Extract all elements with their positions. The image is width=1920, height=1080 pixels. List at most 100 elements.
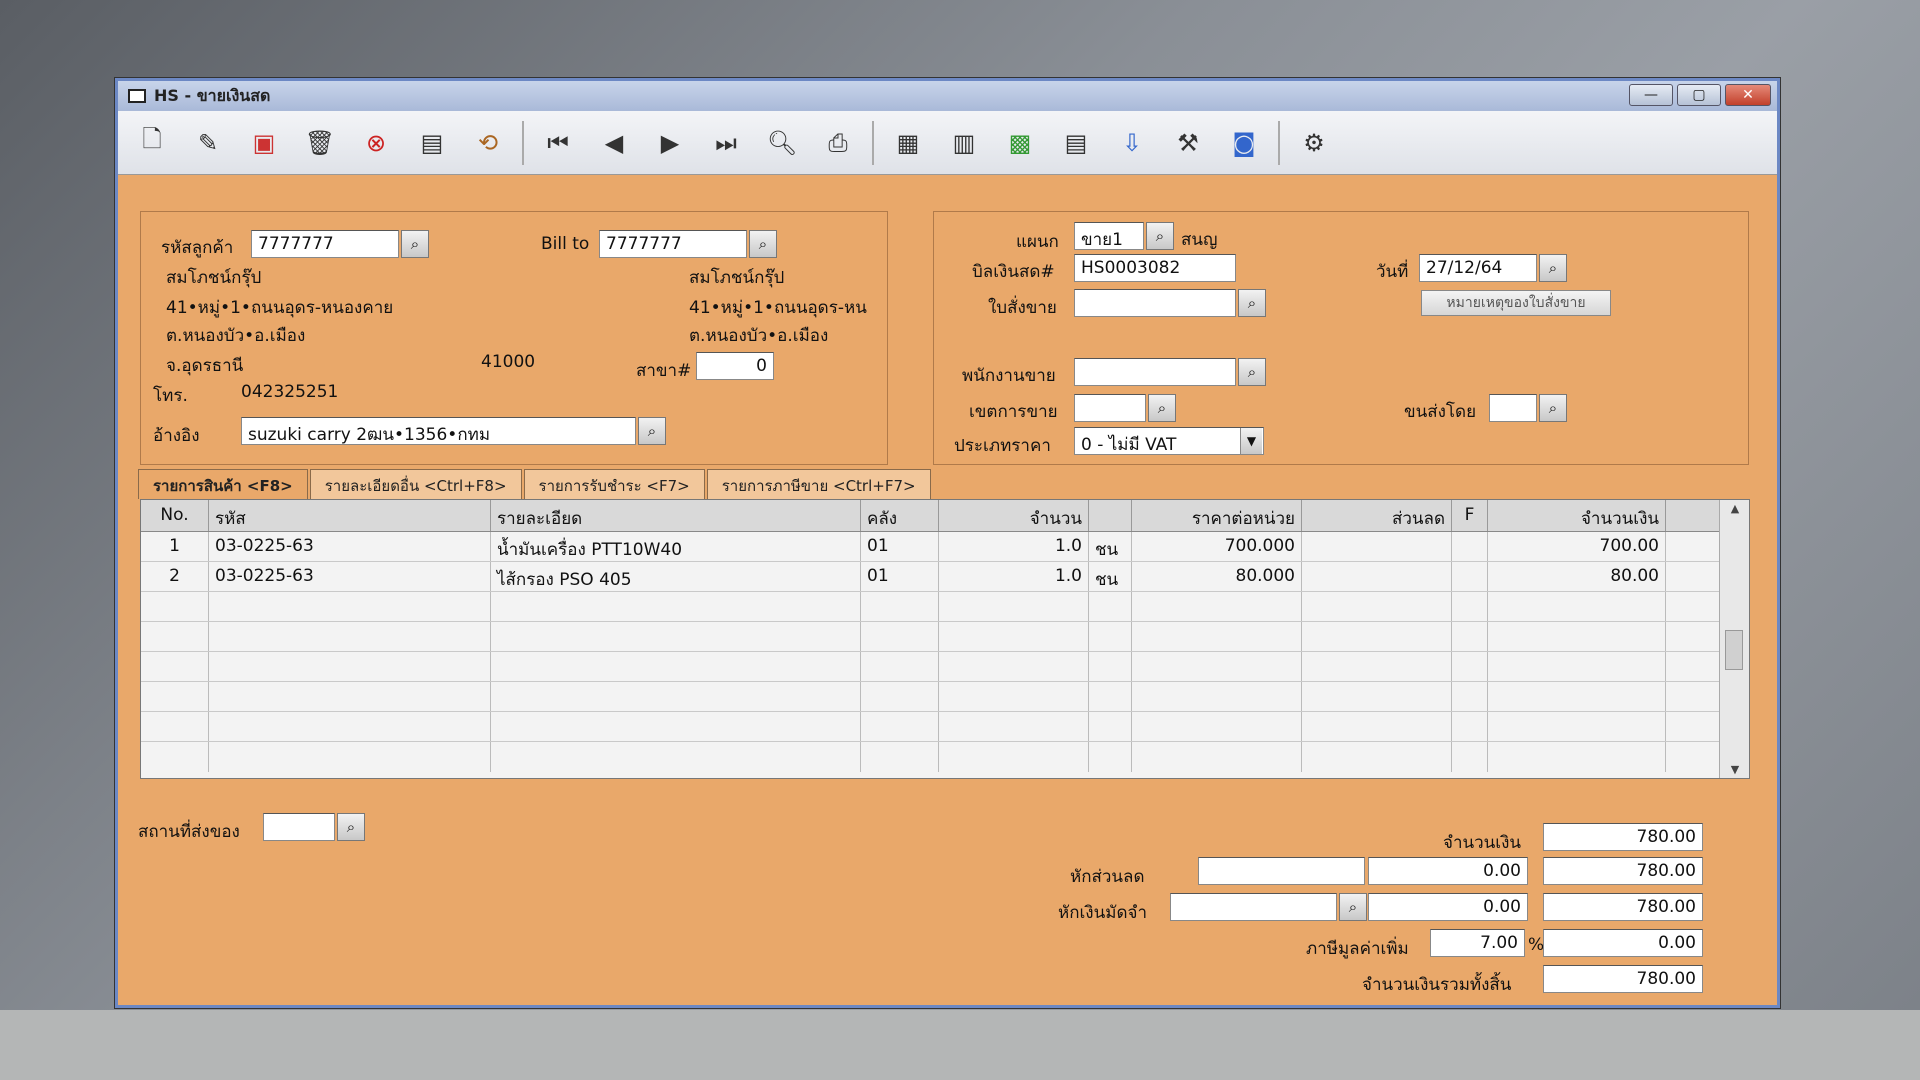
maximize-button[interactable]: ▢	[1677, 84, 1721, 106]
ship-to-field[interactable]	[263, 813, 335, 841]
form3-icon[interactable]: ▩	[998, 121, 1042, 165]
scroll-up-icon[interactable]: ▲	[1720, 502, 1750, 515]
scroll-thumb[interactable]	[1725, 630, 1743, 670]
search-icon[interactable]: ⌕	[1238, 358, 1266, 386]
cell-unit[interactable]: ชน	[1089, 532, 1132, 561]
sales-area-field[interactable]	[1074, 394, 1146, 422]
search-icon[interactable]: ⌕	[1148, 394, 1176, 422]
table-row-empty[interactable]	[141, 652, 1749, 682]
cell-discount[interactable]	[1302, 562, 1452, 591]
tab-sales-tax[interactable]: รายการภาษีขาย <Ctrl+F7>	[706, 469, 931, 499]
preview-icon[interactable]: 🔍︎	[760, 121, 804, 165]
search-icon[interactable]: ⌕	[401, 230, 429, 258]
delete-icon[interactable]: 🗑	[298, 121, 342, 165]
search-icon[interactable]: ⌕	[1539, 254, 1567, 282]
tab-payments[interactable]: รายการรับชำระ <F7>	[523, 469, 705, 499]
cell-no[interactable]: 1	[141, 532, 209, 561]
close-button[interactable]: ✕	[1725, 84, 1771, 106]
settings-icon[interactable]: ⚙	[1292, 121, 1336, 165]
search-icon[interactable]: ⌕	[638, 417, 666, 445]
branch-field[interactable]: 0	[696, 352, 774, 380]
ok-icon[interactable]: ◙	[1222, 121, 1266, 165]
cell-code[interactable]: 03-0225-63	[209, 562, 491, 591]
col-amount[interactable]: จำนวนเงิน	[1488, 500, 1666, 531]
order-notes-button[interactable]: หมายเหตุของใบสั่งขาย	[1421, 290, 1611, 316]
sales-order-field[interactable]	[1074, 289, 1236, 317]
cell-warehouse[interactable]: 01	[861, 532, 939, 561]
tab-items[interactable]: รายการสินค้า <F8>	[138, 469, 308, 499]
discount-field[interactable]: 0.00	[1368, 857, 1528, 885]
table-row[interactable]: 1 03-0225-63 น้ำมันเครื่อง PTT10W40 01 1…	[141, 532, 1749, 562]
total-field[interactable]: 780.00	[1543, 965, 1703, 993]
next-icon[interactable]: ▶	[648, 121, 692, 165]
search-icon[interactable]: ⌕	[337, 813, 365, 841]
table-row-empty[interactable]	[141, 592, 1749, 622]
col-flag[interactable]: F	[1452, 500, 1488, 531]
search-icon[interactable]: ⌕	[1146, 222, 1174, 250]
vat-field[interactable]: 0.00	[1543, 929, 1703, 957]
prev-icon[interactable]: ◀	[592, 121, 636, 165]
vertical-scrollbar[interactable]: ▲ ▼	[1719, 500, 1749, 778]
title-bar[interactable]: HS - ขายเงินสด — ▢ ✕	[118, 81, 1777, 111]
col-unit[interactable]	[1089, 500, 1132, 531]
tools-icon[interactable]: ⚒	[1166, 121, 1210, 165]
form1-icon[interactable]: ▦	[886, 121, 930, 165]
deposit-field[interactable]: 0.00	[1368, 893, 1528, 921]
cell-discount[interactable]	[1302, 532, 1452, 561]
cell-unit-price[interactable]: 700.000	[1132, 532, 1302, 561]
scroll-down-icon[interactable]: ▼	[1720, 763, 1750, 776]
col-unit-price[interactable]: ราคาต่อหน่วย	[1132, 500, 1302, 531]
form2-icon[interactable]: ▥	[942, 121, 986, 165]
cell-warehouse[interactable]: 01	[861, 562, 939, 591]
reference-field[interactable]: suzuki carry 2ฒน•1356•กทม	[241, 417, 636, 445]
cell-code[interactable]: 03-0225-63	[209, 532, 491, 561]
cell-flag[interactable]	[1452, 562, 1488, 591]
billto-code-field[interactable]: 7777777	[599, 230, 747, 258]
table-row[interactable]: 2 03-0225-63 ไส้กรอง PSO 405 01 1.0 ชน 8…	[141, 562, 1749, 592]
customer-code-field[interactable]: 7777777	[251, 230, 399, 258]
search-icon[interactable]: ⌕	[1238, 289, 1266, 317]
table-row-empty[interactable]	[141, 742, 1749, 772]
bill-number-field[interactable]: HS0003082	[1074, 254, 1236, 282]
search-icon[interactable]: ⌕	[1339, 893, 1367, 921]
table-row-empty[interactable]	[141, 712, 1749, 742]
col-code[interactable]: รหัส	[209, 500, 491, 531]
amount-field[interactable]: 780.00	[1543, 823, 1703, 851]
dept-field[interactable]: ขาย1	[1074, 222, 1144, 250]
first-icon[interactable]: ⏮	[536, 121, 580, 165]
cell-description[interactable]: ไส้กรอง PSO 405	[491, 562, 861, 591]
new-doc-icon[interactable]: 🗋	[130, 121, 174, 165]
after-discount-field[interactable]: 780.00	[1543, 857, 1703, 885]
vat-rate-field[interactable]: 7.00	[1430, 929, 1525, 957]
salesman-field[interactable]	[1074, 358, 1236, 386]
approve-icon[interactable]: ⇩	[1110, 121, 1154, 165]
last-icon[interactable]: ⏭	[704, 121, 748, 165]
refresh-icon[interactable]: ⟲	[466, 121, 510, 165]
minimize-button[interactable]: —	[1629, 84, 1673, 106]
col-warehouse[interactable]: คลัง	[861, 500, 939, 531]
print-icon[interactable]: ⎙	[816, 121, 860, 165]
table-row-empty[interactable]	[141, 682, 1749, 712]
search-icon[interactable]: ⌕	[749, 230, 777, 258]
cell-quantity[interactable]: 1.0	[939, 532, 1089, 561]
deposit-text-field[interactable]	[1170, 893, 1337, 921]
discount-text-field[interactable]	[1198, 857, 1365, 885]
cell-unit[interactable]: ชน	[1089, 562, 1132, 591]
cell-no[interactable]: 2	[141, 562, 209, 591]
col-no[interactable]: No.	[141, 500, 209, 531]
cell-description[interactable]: น้ำมันเครื่อง PTT10W40	[491, 532, 861, 561]
edit-icon[interactable]: ✎	[186, 121, 230, 165]
cell-amount[interactable]: 700.00	[1488, 532, 1666, 561]
table-row-empty[interactable]	[141, 622, 1749, 652]
cancel-icon[interactable]: ⊗	[354, 121, 398, 165]
col-discount[interactable]: ส่วนลด	[1302, 500, 1452, 531]
cell-quantity[interactable]: 1.0	[939, 562, 1089, 591]
col-description[interactable]: รายละเอียด	[491, 500, 861, 531]
calc-icon[interactable]: ▤	[1054, 121, 1098, 165]
cell-flag[interactable]	[1452, 532, 1488, 561]
search-icon[interactable]: ⌕	[1539, 394, 1567, 422]
void-icon[interactable]: ▣	[242, 121, 286, 165]
save-icon[interactable]: ▤	[410, 121, 454, 165]
chevron-down-icon[interactable]: ▼	[1240, 428, 1262, 454]
ship-by-field[interactable]	[1489, 394, 1537, 422]
